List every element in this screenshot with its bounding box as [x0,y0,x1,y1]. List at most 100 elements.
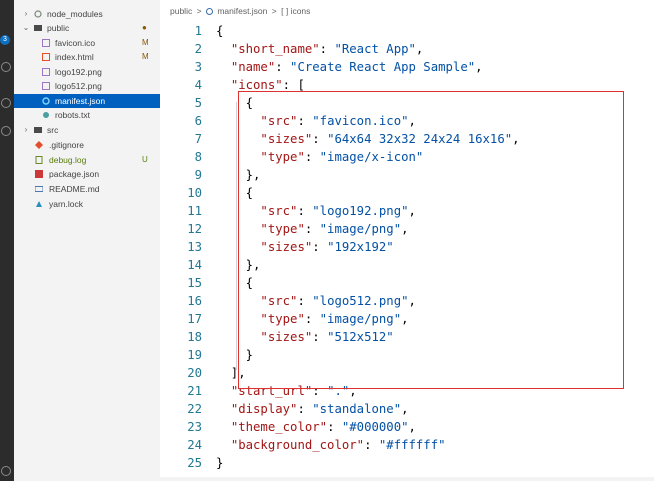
manifest-file-icon [42,97,50,105]
line-content: "theme_color": "#000000", [216,418,416,436]
line-content: "background_color": "#ffffff" [216,436,446,454]
breadcrumb: public > manifest.json > [ ] icons [170,6,312,16]
robot-file-icon [43,112,49,118]
image-file-icon [42,39,50,47]
json-punctuation: , [408,420,416,434]
line-content: "display": "standalone", [216,400,409,418]
code-line[interactable]: 25} [160,454,654,472]
line-number: 21 [187,384,202,398]
tree-item-src[interactable]: › src [14,123,160,137]
json-punctuation [216,438,231,452]
chevron-right-icon: › [24,125,28,134]
account-icon[interactable] [1,466,11,476]
image-file-icon [42,68,50,76]
tree-item-debug-log[interactable]: debug.log U [14,153,160,167]
line-number: 5 [194,96,202,110]
tree-item-label: logo512.png [55,81,102,91]
line-number: 11 [187,204,202,218]
code-line[interactable]: 2 "short_name": "React App", [160,40,654,58]
tree-item-readme[interactable]: README.md [14,182,160,196]
line-number: 25 [187,456,202,470]
json-punctuation: , [475,60,483,74]
explorer-sidebar: › node_modules ⌄ public ● favicon.ico M … [14,0,160,481]
folder-icon [34,127,42,133]
tree-item-label: src [47,125,59,135]
tree-item-label: .gitignore [49,140,84,150]
log-file-icon [35,156,43,164]
line-number: 18 [187,330,202,344]
breadcrumb-folder[interactable]: public [170,6,192,16]
line-number: 12 [187,222,202,236]
code-line[interactable]: 22 "display": "standalone", [160,400,654,418]
json-punctuation [216,402,231,416]
tree-item-label: yarn.lock [49,199,84,209]
tree-item-package-json[interactable]: package.json [14,167,160,181]
json-string: "#ffffff" [378,438,446,452]
json-file-icon [205,8,213,15]
json-key: "icons" [230,78,283,92]
tree-item-yarn-lock[interactable]: yarn.lock [14,197,160,211]
line-number: 19 [187,348,202,362]
line-content: "short_name": "React App", [216,40,424,58]
code-line[interactable]: 3 "name": "Create React App Sample", [160,58,654,76]
json-punctuation: : [297,402,313,416]
breadcrumb-file[interactable]: manifest.json [217,6,267,16]
tree-item-robots-txt[interactable]: robots.txt [14,108,160,122]
line-number: 23 [187,420,202,434]
tree-item-label: index.html [55,52,94,62]
tree-item-logo512[interactable]: logo512.png [14,79,160,93]
line-number: 17 [187,312,202,326]
line-number: 1 [194,24,202,38]
code-line[interactable]: 1{ [160,22,654,40]
html-file-icon [42,53,50,61]
code-line[interactable]: 23 "theme_color": "#000000", [160,418,654,436]
json-key: "short_name" [230,42,320,56]
activity-bar: 3 [0,0,14,481]
yarn-file-icon [36,201,42,207]
line-content: "name": "Create React App Sample", [216,58,483,76]
json-key: "display" [230,402,298,416]
line-number: 22 [187,402,202,416]
indent-guide [236,102,237,370]
line-number: 20 [187,366,202,380]
breadcrumb-separator: > [196,6,202,16]
json-string: "standalone" [312,402,402,416]
tree-item-label: manifest.json [55,96,106,106]
line-number: 6 [194,114,202,128]
json-punctuation [216,42,231,56]
tree-item-label: package.json [49,169,100,179]
tree-item-label: README.md [49,184,100,194]
extensions-icon[interactable] [1,126,11,136]
json-string: "React App" [334,42,416,56]
tree-item-gitignore[interactable]: .gitignore [14,138,160,152]
json-string: "Create React App Sample" [290,60,476,74]
git-status-badge: M [142,38,149,47]
json-punctuation: : [327,420,342,434]
breadcrumb-symbol[interactable]: [ ] icons [281,6,310,16]
tree-item-label: logo192.png [55,67,102,77]
run-debug-icon[interactable] [1,98,11,108]
json-key: "name" [230,60,276,74]
search-icon[interactable] [1,62,11,72]
json-punctuation: , [415,42,424,56]
tree-item-index-html[interactable]: index.html M [14,50,160,64]
tree-item-public[interactable]: ⌄ public ● [14,21,160,35]
tree-item-manifest-json[interactable]: manifest.json [14,94,160,108]
folder-icon [34,10,42,18]
source-control-badge[interactable]: 3 [0,35,10,45]
tree-item-favicon[interactable]: favicon.ico M [14,36,160,50]
tree-item-node-modules[interactable]: › node_modules [14,7,160,21]
line-number: 14 [187,258,202,272]
line-number: 13 [187,240,202,254]
chevron-right-icon: › [24,9,28,18]
tree-item-label: favicon.ico [55,38,96,48]
tree-item-label: node_modules [47,9,103,19]
line-number: 2 [194,42,202,56]
breadcrumb-separator: > [271,6,277,16]
tree-item-logo192[interactable]: logo192.png [14,65,160,79]
line-number: 24 [187,438,202,452]
code-line[interactable]: 24 "background_color": "#ffffff" [160,436,654,454]
git-status-badge: M [142,52,149,61]
highlight-annotation-box [238,91,624,389]
line-number: 9 [194,168,202,182]
